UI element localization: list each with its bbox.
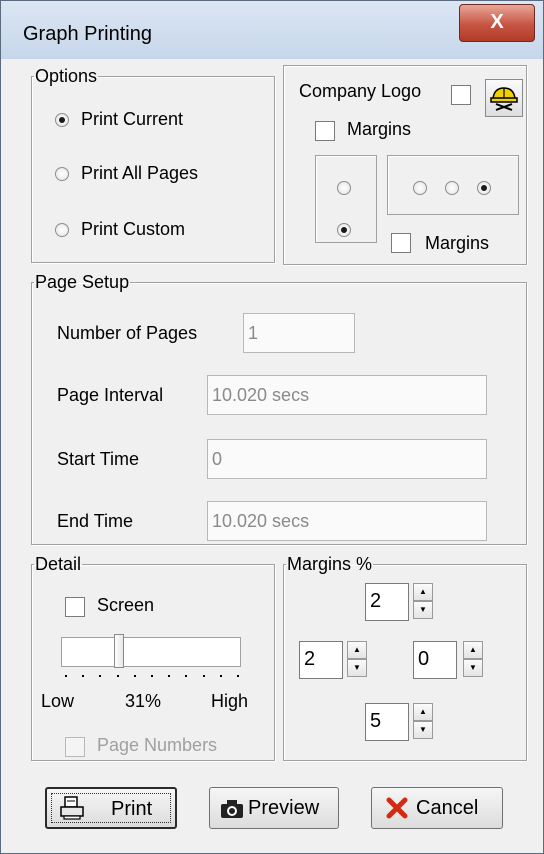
close-button[interactable]: X: [459, 4, 535, 42]
start-time-field[interactable]: 0: [207, 439, 487, 479]
company-logo-checkbox[interactable]: [451, 85, 471, 105]
page-numbers-checkbox: [65, 737, 85, 757]
slider-value-label: 31%: [125, 691, 162, 711]
preview-button[interactable]: Preview: [209, 787, 339, 829]
slider-tick: [65, 675, 67, 677]
print-all-pages-radio[interactable]: [55, 167, 69, 181]
screen-checkbox[interactable]: [65, 597, 85, 617]
logo-vertical-top-radio[interactable]: [337, 181, 351, 195]
camera-icon: [221, 800, 243, 818]
print-current-label[interactable]: Print Current: [81, 109, 183, 130]
cancel-button[interactable]: Cancel: [371, 787, 503, 829]
company-logo-label[interactable]: Company Logo: [299, 81, 421, 102]
print-custom-radio[interactable]: [55, 223, 69, 237]
slider-tick: [219, 675, 222, 677]
detail-legend: Detail: [35, 554, 82, 574]
margin-bottom-input[interactable]: 5: [365, 703, 409, 741]
page-interval-label: Page Interval: [57, 385, 164, 405]
slider-low-label: Low: [41, 691, 75, 711]
slider-tick: [99, 675, 102, 677]
page-setup-legend: Page Setup: [35, 272, 130, 292]
print-all-pages-label[interactable]: Print All Pages: [81, 163, 198, 184]
logo-horizontal-left-radio[interactable]: [413, 181, 427, 195]
print-current-radio[interactable]: [55, 113, 69, 127]
window-title: Graph Printing: [23, 23, 152, 45]
options-legend: Options: [35, 66, 98, 86]
margin-right-input[interactable]: 0: [413, 641, 457, 679]
margins-legend: Margins %: [287, 554, 373, 574]
margin-left-spinner[interactable]: ▲ ▼: [347, 641, 367, 677]
page-interval-field[interactable]: 10.020 secs: [207, 375, 487, 415]
slider-tick: [133, 675, 136, 677]
slider-high-label: High: [211, 691, 249, 711]
logo-vertical-bottom-radio[interactable]: [337, 223, 351, 237]
print-button-label: Print: [111, 798, 153, 820]
screen-label[interactable]: Screen: [97, 595, 154, 616]
margin-left-input[interactable]: 2: [299, 641, 343, 679]
end-time-field[interactable]: 10.020 secs: [207, 501, 487, 541]
print-button[interactable]: Print: [45, 787, 177, 829]
margin-top-input[interactable]: 2: [365, 583, 409, 621]
margins-top-label[interactable]: Margins: [347, 119, 411, 140]
slider-tick: [82, 675, 85, 677]
logo-horizontal-center-radio[interactable]: [445, 181, 459, 195]
hardhat-icon: [490, 87, 518, 111]
slider-tick: [151, 675, 153, 677]
cancel-button-label: Cancel: [416, 797, 479, 819]
margins-bottom-label[interactable]: Margins: [425, 233, 489, 254]
slider-tick: [168, 675, 171, 677]
margin-top-spinner[interactable]: ▲ ▼: [413, 583, 433, 619]
dialog-body: Options Print Current Print All Pages Pr…: [11, 59, 533, 845]
detail-slider-thumb[interactable]: [113, 634, 124, 668]
margins-top-checkbox[interactable]: [315, 121, 335, 141]
number-of-pages-field[interactable]: 1: [243, 313, 355, 353]
margin-right-spinner[interactable]: ▲ ▼: [463, 641, 483, 677]
slider-tick: [185, 675, 188, 677]
page-numbers-label: Page Numbers: [97, 735, 218, 755]
printer-icon: [60, 796, 84, 820]
red-x-icon: [386, 797, 408, 819]
title-bar[interactable]: Graph Printing X: [1, 1, 543, 59]
slider-tick: [237, 675, 239, 677]
margins-bottom-checkbox[interactable]: [391, 233, 411, 253]
logo-horizontal-right-radio[interactable]: [477, 181, 491, 195]
slider-tick: [202, 675, 205, 677]
preview-button-label: Preview: [248, 797, 320, 819]
graph-printing-dialog: Graph Printing X Options Print Current P…: [0, 0, 544, 854]
end-time-label: End Time: [57, 511, 134, 531]
start-time-label: Start Time: [57, 449, 140, 469]
logo-select-button[interactable]: [485, 79, 523, 117]
detail-slider-track[interactable]: [61, 637, 241, 667]
number-of-pages-label: Number of Pages: [57, 323, 198, 343]
slider-tick: [116, 675, 119, 677]
margin-bottom-spinner[interactable]: ▲ ▼: [413, 703, 433, 739]
print-custom-label[interactable]: Print Custom: [81, 219, 185, 240]
